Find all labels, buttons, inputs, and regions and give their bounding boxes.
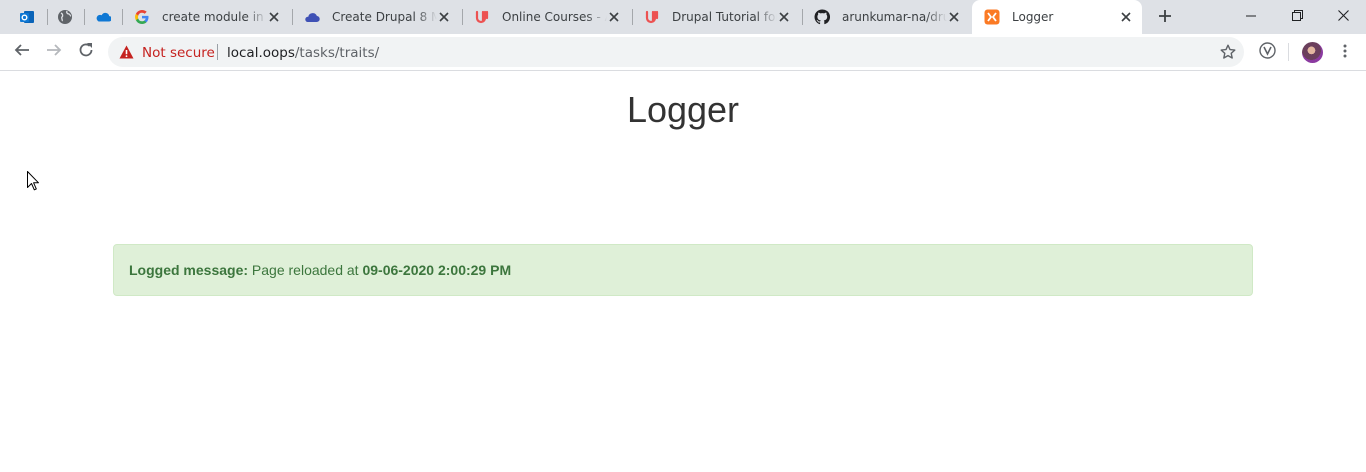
close-icon[interactable]: [266, 9, 282, 25]
close-icon[interactable]: [606, 9, 622, 25]
tab-title: arunkumar-na/drupal: [842, 10, 947, 24]
google-icon: [134, 9, 150, 25]
arrow-left-icon: [14, 42, 30, 62]
mouse-pointer-icon: [27, 171, 39, 195]
tab-separator: [632, 9, 633, 25]
minimize-button[interactable]: [1228, 0, 1274, 30]
tab-create-drupal-module[interactable]: Create Drupal 8 Module: [296, 0, 460, 34]
warning-triangle-icon[interactable]: [119, 44, 134, 63]
tab-title: Online Courses - Anytime: [502, 10, 607, 24]
tab-udemy-courses[interactable]: Online Courses - Anytime: [466, 0, 630, 34]
tab-pinned-globe[interactable]: [48, 0, 82, 34]
more-vert-icon: [1343, 43, 1347, 62]
plus-icon: [1158, 8, 1172, 27]
tab-pinned-onedrive[interactable]: [86, 0, 120, 34]
reload-button[interactable]: [72, 38, 100, 66]
back-button[interactable]: [8, 38, 36, 66]
reload-icon: [78, 42, 94, 62]
tab-github[interactable]: arunkumar-na/drupal: [806, 0, 970, 34]
tab-separator: [292, 9, 293, 25]
tab-google[interactable]: create module in drupal: [126, 0, 290, 34]
minimize-icon: [1246, 6, 1256, 25]
profile-avatar[interactable]: [1302, 42, 1323, 63]
bookmark-star-icon[interactable]: [1220, 44, 1236, 64]
tab-pinned-outlook[interactable]: [10, 0, 44, 34]
close-icon: [1337, 6, 1349, 25]
tab-separator: [122, 9, 123, 25]
udemy-icon: [474, 9, 490, 25]
close-window-button[interactable]: [1320, 0, 1366, 30]
tab-title: create module in drupal: [162, 10, 267, 24]
tab-logger-active[interactable]: Logger: [972, 0, 1142, 34]
xampp-icon: [984, 9, 1000, 25]
address-divider: [217, 44, 218, 60]
url-text[interactable]: local.oops/tasks/traits/: [227, 45, 379, 61]
alert-message: Page reloaded at: [248, 262, 363, 278]
alert-timestamp: 09-06-2020 2:00:29 PM: [362, 262, 512, 278]
globe-icon: [57, 9, 73, 25]
restore-button[interactable]: [1274, 0, 1320, 30]
browser-toolbar: Not secure local.oops/tasks/traits/: [0, 34, 1366, 71]
tab-title: Create Drupal 8 Module: [332, 10, 437, 24]
security-status-label[interactable]: Not secure: [142, 45, 215, 61]
tab-separator: [802, 9, 803, 25]
vivaldi-extension-button[interactable]: [1255, 40, 1279, 64]
tab-title: Logger: [1012, 10, 1054, 24]
url-host: local.oops: [227, 45, 295, 61]
github-icon: [814, 9, 830, 25]
page-content: Logger Logged message: Page reloaded at …: [0, 71, 1366, 472]
close-icon[interactable]: [436, 9, 452, 25]
udemy-icon: [644, 9, 660, 25]
url-path: /tasks/traits/: [294, 45, 380, 61]
toolbar-separator: [1288, 43, 1289, 61]
alert-label: Logged message:: [129, 262, 249, 278]
tab-separator: [462, 9, 463, 25]
arrow-right-icon: [46, 42, 62, 62]
close-icon[interactable]: [776, 9, 792, 25]
success-alert: Logged message: Page reloaded at 09-06-2…: [113, 244, 1253, 296]
forward-button[interactable]: [40, 38, 68, 66]
tab-drupal-tutorial[interactable]: Drupal Tutorial for Beginners: [636, 0, 800, 34]
restore-icon: [1291, 6, 1303, 25]
outlook-icon: [19, 9, 35, 25]
tab-strip: create module in drupal Create Drupal 8 …: [0, 0, 1366, 34]
browser-menu-button[interactable]: [1333, 40, 1357, 64]
onedrive-icon: [95, 9, 111, 25]
page-title: Logger: [626, 89, 740, 130]
address-bar[interactable]: Not secure local.oops/tasks/traits/: [108, 37, 1244, 67]
close-icon[interactable]: [946, 9, 962, 25]
tab-separator: [84, 9, 85, 25]
cloud-icon: [304, 9, 320, 25]
new-tab-button[interactable]: [1155, 7, 1175, 27]
tab-title: Drupal Tutorial for Beginners: [672, 10, 777, 24]
v-logo-icon: [1258, 41, 1276, 63]
close-icon[interactable]: [1118, 9, 1134, 25]
